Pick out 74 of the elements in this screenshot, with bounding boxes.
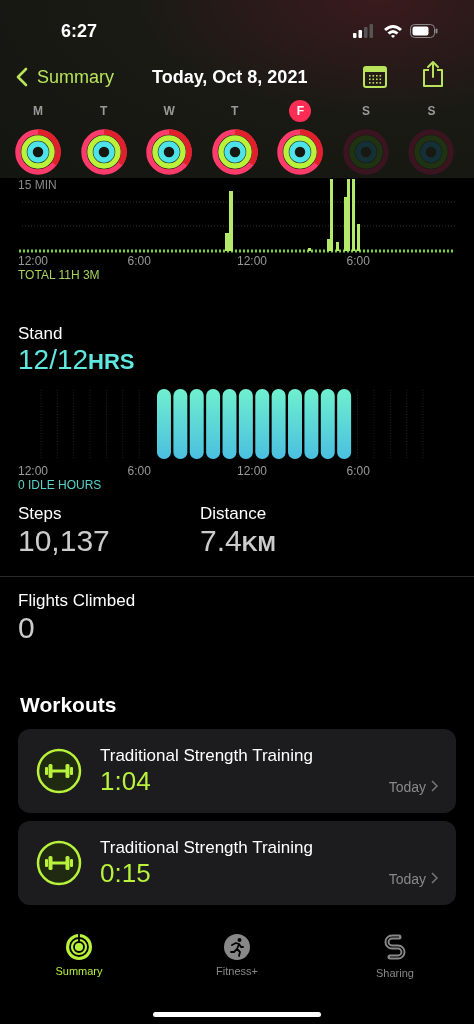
chart-scale-label: 15 MIN	[18, 178, 57, 192]
chevron-icon	[431, 780, 438, 792]
stat-label: Distance	[200, 504, 268, 524]
runner-icon	[223, 933, 251, 961]
dumbbell-icon	[36, 748, 82, 794]
exercise-total: TOTAL 11H 3M	[18, 268, 101, 282]
idle-hours: 0 IDLE HOURS	[18, 478, 103, 492]
time-axis-label: 6:00	[346, 464, 371, 478]
stat-value: 0	[18, 611, 36, 645]
day-letter[interactable]: M	[27, 100, 49, 122]
stand-bar	[337, 388, 352, 460]
workout-date: Today	[388, 779, 426, 795]
date-title: Today, Oct 8, 2021	[152, 66, 309, 88]
activity-rings-icon[interactable]	[211, 129, 258, 175]
day-letter[interactable]: S	[354, 100, 377, 122]
workout-duration: 0:15	[100, 857, 152, 889]
status-time: 6:27	[61, 20, 98, 42]
day-letter[interactable]: S	[420, 100, 443, 122]
back-button[interactable]: Summary	[16, 66, 152, 88]
stand-bar	[320, 388, 335, 460]
workout-duration: 1:04	[100, 765, 152, 797]
tab-bar-item[interactable]: Summary	[0, 927, 158, 985]
stand-bar	[255, 388, 270, 460]
calendar-icon[interactable]	[363, 66, 387, 88]
exercise-bar	[352, 179, 355, 251]
stand-bar	[271, 388, 286, 460]
stand-value: 12/12HRS	[18, 344, 136, 376]
dumbbell-icon	[36, 840, 82, 886]
battery-icon	[410, 24, 438, 38]
wifi-icon	[383, 24, 403, 38]
time-axis-label: 6:00	[127, 464, 152, 478]
exercise-bar	[357, 224, 360, 251]
activity-rings-icon[interactable]	[277, 129, 324, 175]
stat-label: Steps	[18, 504, 63, 524]
share-icon[interactable]	[422, 60, 444, 88]
stand-bar	[238, 388, 253, 460]
stand-bar	[304, 388, 319, 460]
time-axis-label: 6:00	[346, 254, 371, 268]
workout-date: Today	[388, 871, 426, 887]
workout-card[interactable]: Traditional Strength Training 0:15 Today	[18, 821, 456, 905]
time-axis-label: 12:00	[237, 464, 269, 478]
stand-bar	[157, 388, 171, 460]
stat-value: 10,137	[18, 524, 111, 558]
signal-icon	[352, 24, 376, 38]
time-axis-label: 12:00	[18, 464, 50, 478]
day-letter[interactable]: T	[223, 100, 246, 122]
stand-bar	[222, 388, 237, 460]
chevron-left-icon	[16, 67, 28, 87]
tab-bar-item[interactable]: Sharing	[316, 927, 474, 985]
stand-bar	[206, 388, 221, 460]
workout-card[interactable]: Traditional Strength Training 1:04 Today	[18, 729, 456, 813]
activity-rings-icon[interactable]	[15, 129, 61, 175]
activity-rings-icon[interactable]	[146, 129, 193, 175]
stat-value: 7.4KM	[200, 524, 277, 558]
exercise-bar	[336, 242, 339, 251]
stand-label: Stand	[18, 324, 64, 344]
chevron-icon	[431, 872, 438, 884]
exercise-bar	[308, 248, 311, 251]
workout-name: Traditional Strength Training	[100, 745, 313, 766]
stat-label: Flights Climbed	[18, 591, 137, 611]
day-letter[interactable]: W	[158, 100, 181, 122]
activity-rings-icon[interactable]	[80, 129, 127, 175]
workouts-heading: Workouts	[20, 693, 118, 717]
stand-bar	[189, 388, 204, 460]
day-letter[interactable]: T	[92, 100, 115, 122]
time-axis-label: 12:00	[237, 254, 269, 268]
time-axis-label: 12:00	[18, 254, 50, 268]
time-axis-label: 6:00	[127, 254, 152, 268]
stand-bar	[288, 388, 302, 460]
stand-bar	[173, 388, 188, 460]
day-letter[interactable]: F	[289, 100, 312, 122]
rings-icon	[65, 933, 93, 961]
workout-name: Traditional Strength Training	[100, 837, 313, 858]
tab-bar-item[interactable]: Fitness+	[158, 927, 316, 985]
